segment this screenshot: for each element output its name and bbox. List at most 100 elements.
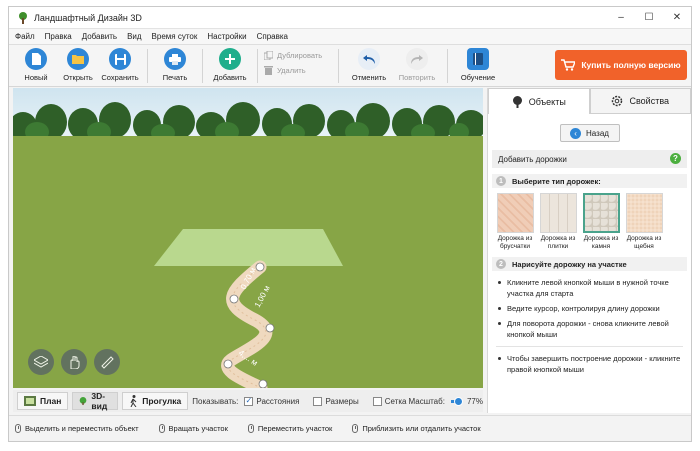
- tab-walk[interactable]: Прогулка: [122, 392, 189, 410]
- tab-3d-view[interactable]: 3D-вид: [72, 391, 119, 411]
- distances-checkbox[interactable]: ✓ Расстояния: [244, 396, 300, 406]
- close-button[interactable]: ✕: [663, 7, 691, 29]
- mouse-right-icon: [158, 424, 165, 433]
- hint-select: Выделить и переместить объект: [15, 424, 139, 433]
- tab-objects[interactable]: Объекты: [488, 88, 590, 114]
- hint-move-text: Переместить участок: [257, 424, 333, 433]
- duplicate-button[interactable]: Дублировать: [264, 51, 332, 60]
- delete-button[interactable]: Удалить: [264, 66, 332, 75]
- tab-objects-label: Объекты: [528, 96, 566, 107]
- maximize-button[interactable]: ☐: [635, 7, 663, 29]
- grid-label: Сетка: [384, 396, 407, 406]
- new-document-icon: [25, 48, 47, 70]
- path-type-list: Дорожка из брусчатки Дорожка из плитки Д…: [488, 188, 691, 251]
- undo-button[interactable]: Отменить: [345, 48, 393, 82]
- panel-tabs: Объекты Свойства: [488, 88, 691, 114]
- delete-label: Удалить: [277, 66, 306, 75]
- learn-button[interactable]: Обучение: [454, 48, 502, 82]
- plan-icon: [24, 396, 36, 406]
- print-label: Печать: [162, 73, 188, 82]
- hint-zoom: Приблизить или отдалить участок: [352, 424, 481, 433]
- step-2-header: 2 Нарисуйте дорожку на участке: [492, 257, 687, 271]
- section-add-paths: Добавить дорожки ?: [492, 150, 687, 168]
- grid-checkbox[interactable]: Сетка: [372, 396, 407, 406]
- menu-add[interactable]: Добавить: [82, 32, 117, 41]
- ruler-tool-button[interactable]: [94, 349, 120, 375]
- edit-actions: Дублировать Удалить: [264, 48, 332, 75]
- ruler-icon: [100, 355, 114, 369]
- gravel-swatch: [625, 193, 663, 233]
- mouse-left-icon: [15, 424, 21, 433]
- sizes-checkbox[interactable]: Размеры: [313, 396, 359, 406]
- undo-icon: [358, 48, 380, 70]
- toolbar-separator: [147, 49, 148, 83]
- sizes-label: Размеры: [325, 396, 359, 406]
- trash-icon: [264, 66, 273, 75]
- redo-button[interactable]: Повторить: [393, 48, 441, 82]
- open-label: Открыть: [63, 73, 93, 82]
- menu-view[interactable]: Вид: [127, 32, 141, 41]
- tile-swatch: [539, 193, 577, 233]
- tab-plan-label: План: [40, 396, 62, 406]
- menu-daytime[interactable]: Время суток: [152, 32, 198, 41]
- help-icon[interactable]: ?: [670, 153, 681, 164]
- list-item: Ведите курсор, контролируя длину дорожки: [498, 303, 685, 314]
- menu-help[interactable]: Справка: [257, 32, 288, 41]
- list-item: Кликните левой кнопкой мыши в нужной точ…: [498, 277, 685, 299]
- title-bar: Ландшафтный Дизайн 3D – ☐ ✕: [9, 7, 691, 29]
- 3d-viewport[interactable]: 0,70 м 1,00 м 4,... м: [13, 88, 483, 388]
- print-button[interactable]: Печать: [154, 48, 196, 82]
- distances-label: Расстояния: [256, 396, 300, 406]
- menu-settings[interactable]: Настройки: [207, 32, 246, 41]
- layers-tool-button[interactable]: [28, 349, 54, 375]
- toolbar: Новый Открыть Сохранить Печать Добавить …: [9, 45, 691, 87]
- distance-label-2: 1,00 м: [253, 284, 272, 309]
- hand-tool-button[interactable]: [61, 349, 87, 375]
- stone-swatch: [582, 193, 620, 233]
- walking-person-icon: [130, 395, 137, 407]
- section-title: Добавить дорожки: [498, 154, 567, 164]
- save-button[interactable]: Сохранить: [99, 48, 141, 82]
- tab-properties[interactable]: Свойства: [589, 88, 691, 114]
- step-2-number: 2: [496, 259, 506, 269]
- scale-slider-handle[interactable]: [453, 396, 463, 406]
- list-item: Для поворота дорожки - снова кликните ле…: [498, 318, 685, 340]
- redo-icon: [406, 48, 428, 70]
- path-type-name: Дорожка из плитки: [540, 235, 576, 250]
- back-button[interactable]: ‹ Назад: [559, 124, 620, 142]
- duplicate-label: Дублировать: [277, 51, 323, 60]
- undo-label: Отменить: [351, 73, 387, 82]
- add-button[interactable]: Добавить: [209, 48, 251, 82]
- menu-file[interactable]: Файл: [15, 32, 35, 41]
- buy-full-version-button[interactable]: Купить полную версию: [555, 50, 687, 80]
- gear-icon: [612, 95, 623, 107]
- tab-plan[interactable]: План: [17, 392, 69, 410]
- tab-walk-label: Прогулка: [142, 396, 182, 406]
- tab-properties-label: Свойства: [629, 96, 670, 106]
- app-logo-icon: [17, 11, 29, 24]
- printer-icon: [164, 48, 186, 70]
- menu-edit[interactable]: Правка: [45, 32, 72, 41]
- scale-label: Масштаб:: [408, 396, 445, 406]
- menu-bar: Файл Правка Добавить Вид Время суток Нас…: [9, 29, 691, 45]
- open-button[interactable]: Открыть: [57, 48, 99, 82]
- path-type-stone[interactable]: Дорожка из камня: [582, 193, 620, 251]
- minimize-button[interactable]: –: [607, 7, 635, 29]
- buy-label: Купить полную версию: [581, 60, 681, 70]
- new-button[interactable]: Новый: [15, 48, 57, 82]
- arrow-left-icon: ‹: [570, 127, 582, 139]
- learn-label: Обучение: [460, 73, 496, 82]
- path-type-gravel[interactable]: Дорожка из щебня: [625, 193, 663, 251]
- path-type-paving[interactable]: Дорожка из брусчатки: [496, 193, 534, 251]
- path-type-name: Дорожка из камня: [583, 235, 619, 250]
- plus-icon: [219, 48, 241, 70]
- side-panel: Объекты Свойства ‹ Назад Добавить дорожк…: [487, 88, 691, 413]
- path-type-tile[interactable]: Дорожка из плитки: [539, 193, 577, 251]
- scale-slider[interactable]: [450, 396, 463, 406]
- mouse-wheel-icon: [352, 424, 359, 433]
- hint-rotate: Вращать участок: [158, 424, 228, 433]
- checkbox-checked-icon: ✓: [244, 396, 254, 406]
- toolbar-separator: [447, 49, 448, 83]
- hint-select-text: Выделить и переместить объект: [25, 424, 139, 433]
- scale-value: 77%: [466, 396, 483, 406]
